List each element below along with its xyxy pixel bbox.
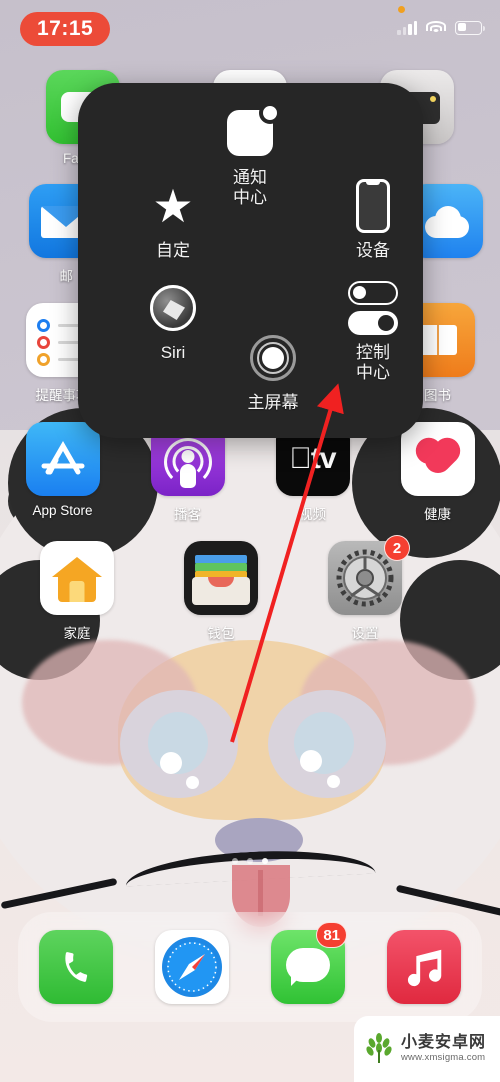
music-note-icon: [387, 930, 461, 1004]
dock-item-music[interactable]: [387, 930, 461, 1004]
wallet-icon: [184, 541, 258, 615]
app-health[interactable]: 健康: [383, 422, 493, 523]
assistive-touch-custom[interactable]: ★ 自定: [118, 178, 228, 261]
notification-center-icon: [195, 102, 305, 161]
app-label: 邮: [59, 269, 74, 284]
item-label: Siri: [160, 343, 186, 362]
star-icon: ★: [152, 180, 194, 232]
assistive-touch-siri[interactable]: Siri: [118, 280, 228, 363]
app-label: 图书: [424, 388, 451, 403]
cellular-signal-icon: [397, 20, 417, 35]
dock: 81: [18, 912, 482, 1022]
microphone-in-use-indicator: [398, 6, 405, 13]
control-center-toggles-icon: [318, 280, 428, 336]
assistive-touch-control-center[interactable]: 控制 中心: [318, 280, 428, 384]
app-app-store[interactable]: App Store: [8, 422, 118, 523]
watermark-url: www.xmsigma.com: [401, 1051, 486, 1063]
dock-item-safari[interactable]: [155, 930, 229, 1004]
wheat-logo-icon: [362, 1032, 396, 1066]
safari-compass-icon: [155, 930, 229, 1004]
home-app-icon: [40, 541, 114, 615]
app-label: 家庭: [63, 626, 91, 641]
site-watermark: 小麦安卓网 www.xmsigma.com: [354, 1016, 500, 1082]
item-label: 设备: [356, 241, 390, 260]
app-label: App Store: [32, 503, 93, 518]
item-label: 控制 中心: [356, 343, 390, 383]
watermark-site-name: 小麦安卓网: [401, 1034, 487, 1052]
iphone-home-screen: 17:15 FaceTi: [0, 0, 500, 1082]
dock-item-messages[interactable]: 81: [271, 922, 347, 1004]
app-store-icon: [25, 422, 100, 496]
app-label: 健康: [424, 507, 451, 522]
app-row-5: 家庭 钱包 2 设置: [0, 535, 500, 642]
app-home-app[interactable]: 家庭: [22, 541, 132, 642]
siri-orb-icon: [118, 280, 228, 336]
badge-count: 81: [316, 922, 347, 948]
page-dot[interactable]: [247, 858, 253, 864]
page-dot-active[interactable]: [262, 858, 268, 864]
device-phone-icon: [318, 178, 428, 234]
item-label: 自定: [156, 241, 190, 260]
app-settings[interactable]: 2 设置: [310, 535, 420, 642]
status-bar: 17:15: [0, 0, 500, 56]
phone-icon: [39, 930, 113, 1004]
page-dot[interactable]: [232, 858, 238, 864]
app-label: 视频: [299, 507, 326, 522]
app-label: 钱包: [207, 626, 235, 641]
item-label: 主屏幕: [247, 393, 299, 412]
battery-icon: [455, 20, 485, 35]
assistive-touch-home[interactable]: 主屏幕: [218, 330, 328, 413]
assistive-touch-device[interactable]: 设备: [318, 178, 428, 261]
app-label: 播客: [174, 507, 201, 522]
status-bar-time: 17:15: [20, 12, 111, 46]
page-indicator-dots[interactable]: [0, 858, 500, 864]
app-label: 设置: [351, 626, 379, 641]
dock-item-phone[interactable]: [39, 930, 113, 1004]
badge-count: 2: [384, 535, 410, 561]
assistive-touch-menu: 通知 中心 ★ 自定 设备 Siri 主屏幕 控制 中心: [78, 83, 423, 438]
app-wallet[interactable]: 钱包: [166, 541, 276, 642]
wifi-icon: [426, 20, 446, 35]
health-icon: [400, 422, 475, 496]
home-button-icon: [218, 330, 328, 386]
